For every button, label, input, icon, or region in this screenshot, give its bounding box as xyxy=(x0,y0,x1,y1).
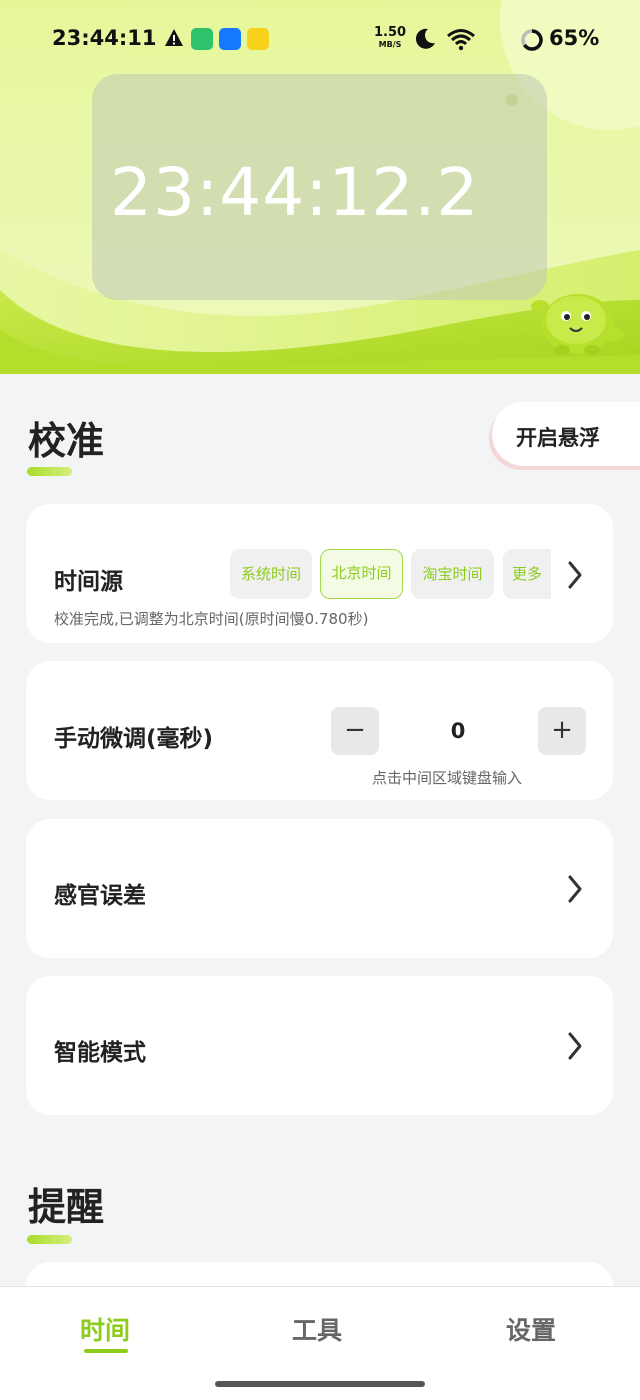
chevron-right-icon xyxy=(568,875,582,903)
nav-tab-tools[interactable]: 工具 xyxy=(292,1311,342,1347)
battery-ring-icon xyxy=(521,29,543,51)
net-speed: 1.50 MB/S xyxy=(374,25,407,51)
nav-tab-time[interactable]: 时间 xyxy=(80,1311,130,1347)
time-source-card: 时间源 系统时间 北京时间 淘宝时间 更多 校准完成,已调整为北京时间(原时间慢… xyxy=(26,504,613,643)
sensory-error-label: 感官误差 xyxy=(54,883,146,909)
status-time: 23:44:11 xyxy=(52,26,157,50)
warning-icon xyxy=(165,29,183,46)
mascot-illustration xyxy=(531,294,624,355)
hero-header: 23:44:11 1.50 MB/S 65% 23:44:12.2 xyxy=(0,0,640,374)
calibration-title-underline xyxy=(27,467,72,476)
adjust-value-input[interactable]: 0 xyxy=(426,719,490,743)
calibration-title: 校准 xyxy=(28,419,105,463)
adjust-hint: 点击中间区域键盘输入 xyxy=(372,769,523,787)
sensory-error-card[interactable]: 感官误差 xyxy=(26,819,613,958)
do-not-disturb-moon-icon xyxy=(415,28,435,49)
time-source-option-taobao[interactable]: 淘宝时间 xyxy=(411,549,494,599)
app-notification-icon xyxy=(191,28,213,50)
status-bar: 23:44:11 1.50 MB/S 65% xyxy=(0,22,640,58)
time-source-label: 时间源 xyxy=(54,569,123,595)
calibration-status-note: 校准完成,已调整为北京时间(原时间慢0.780秒) xyxy=(54,610,369,628)
alipay-icon xyxy=(219,28,241,50)
time-source-option-beijing[interactable]: 北京时间 xyxy=(320,549,403,599)
chevron-right-icon[interactable] xyxy=(565,560,585,590)
reminder-title: 提醒 xyxy=(28,1185,105,1229)
smart-mode-card[interactable]: 智能模式 xyxy=(26,976,613,1115)
nav-tab-settings[interactable]: 设置 xyxy=(506,1311,556,1347)
net-speed-value: 1.50 xyxy=(374,25,407,40)
bottom-navigation: 时间 工具 设置 xyxy=(0,1286,640,1400)
time-source-option-system[interactable]: 系统时间 xyxy=(230,549,312,599)
increment-button[interactable]: + xyxy=(538,707,586,755)
home-indicator[interactable] xyxy=(215,1381,425,1387)
manual-adjust-label: 手动微调(毫秒) xyxy=(54,726,214,752)
app-notification-icon-2 xyxy=(247,28,269,50)
nav-active-indicator xyxy=(84,1349,128,1353)
decrement-button[interactable]: − xyxy=(331,707,379,755)
enable-float-button[interactable]: 开启悬浮 xyxy=(492,402,640,466)
wifi-icon xyxy=(447,29,475,51)
smart-mode-label: 智能模式 xyxy=(54,1040,146,1066)
clock-panel: 23:44:12.2 xyxy=(92,74,547,300)
battery-percent: 65% xyxy=(549,26,600,50)
chevron-right-icon xyxy=(568,1032,582,1060)
manual-adjust-card: 手动微调(毫秒) − 0 + 点击中间区域键盘输入 xyxy=(26,661,613,800)
time-source-option-more[interactable]: 更多 xyxy=(503,549,551,599)
reminder-title-underline xyxy=(27,1235,72,1244)
net-speed-unit: MB/S xyxy=(378,40,402,49)
clock-display: 23:44:12.2 xyxy=(110,154,480,231)
